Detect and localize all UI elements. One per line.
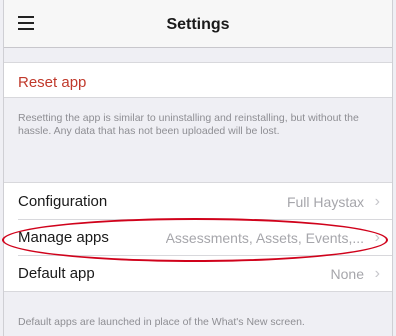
manage-apps-label: Manage apps [18,229,109,246]
configuration-label: Configuration [18,193,108,210]
default-app-note: Default apps are launched in place of th… [18,316,305,328]
default-app-label: Default app [18,265,95,282]
configuration-value: Full Haystax [286,194,364,210]
nav-bar: Settings [4,0,392,48]
reset-description: Resetting the app is similar to uninstal… [18,112,359,137]
chevron-right-icon: › [374,193,380,210]
page-title: Settings [166,16,230,33]
manage-apps-row[interactable]: Manage apps Assessments, Assets, Events,… [4,219,392,255]
chevron-right-icon: › [374,229,380,246]
settings-group: Configuration Full Haystax › Manage apps… [4,182,392,292]
default-app-value: None [330,266,364,282]
chevron-right-icon: › [374,265,380,282]
configuration-row[interactable]: Configuration Full Haystax › [4,183,392,219]
reset-app-label: Reset app [18,74,87,91]
manage-apps-value: Assessments, Assets, Events,... [165,230,364,246]
reset-app-button[interactable]: Reset app [4,62,392,98]
default-app-row[interactable]: Default app None › [4,255,392,291]
settings-screen: Settings Reset app Resetting the app is … [3,0,393,336]
